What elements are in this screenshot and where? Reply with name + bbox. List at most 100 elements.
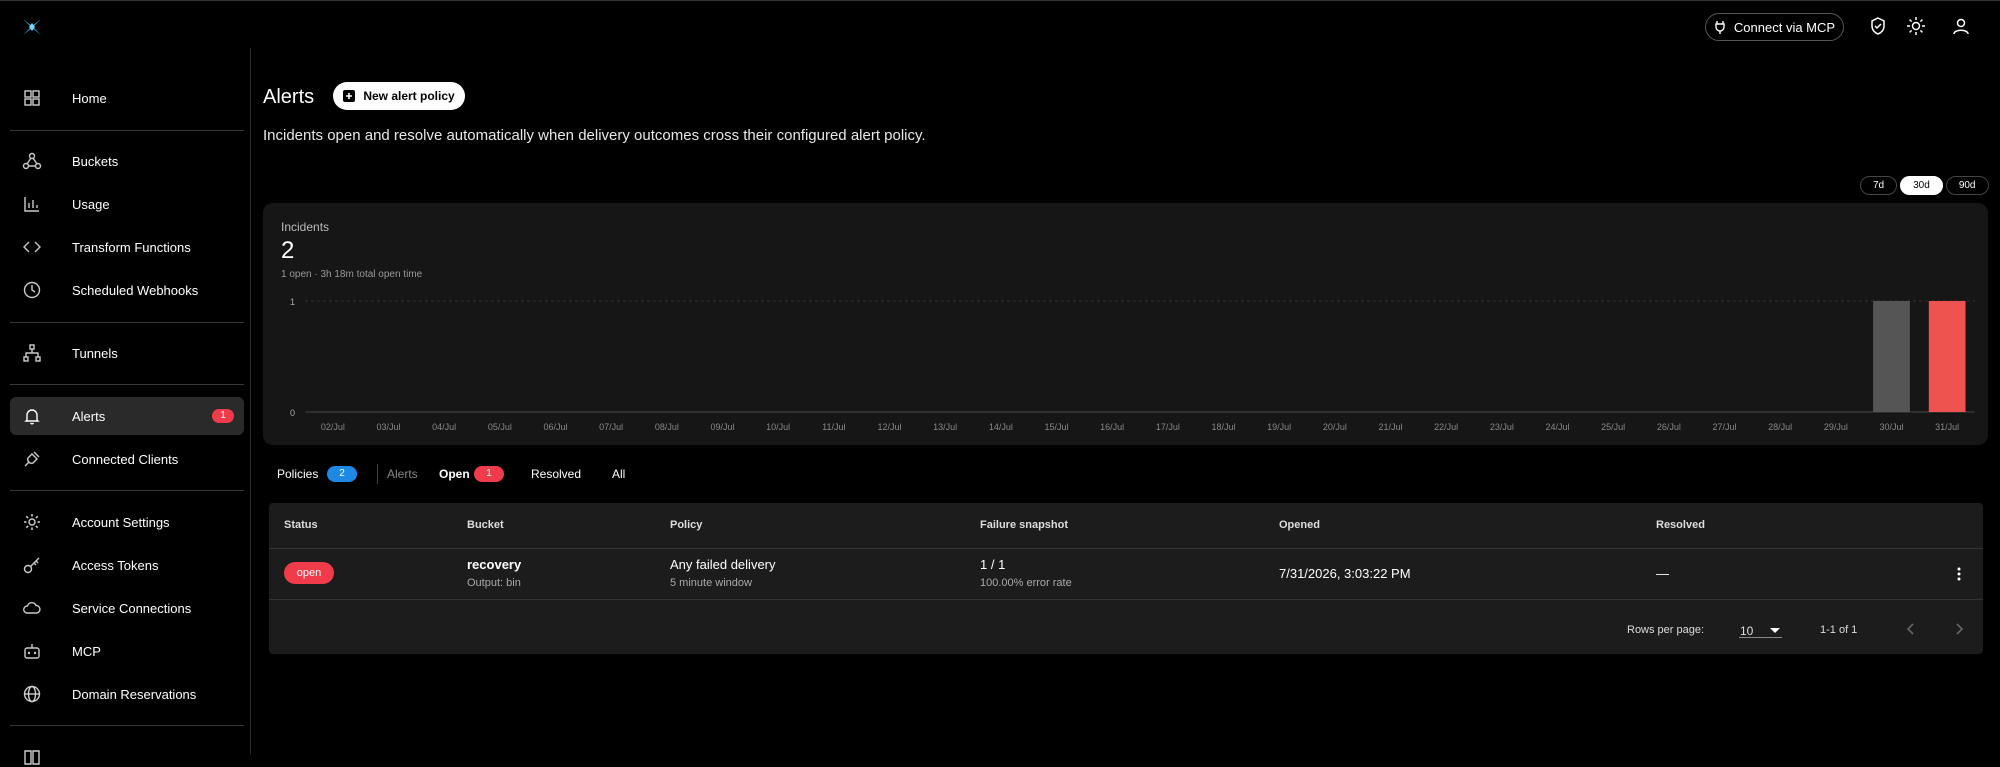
x-tick-label: 13/Jul xyxy=(933,422,957,432)
code-icon xyxy=(23,241,41,253)
tab-resolved[interactable]: Resolved xyxy=(531,464,581,484)
x-tick-label: 26/Jul xyxy=(1657,422,1681,432)
column-header-opened[interactable]: Opened xyxy=(1279,519,1320,531)
sidebar-item-label: MCP xyxy=(72,643,101,659)
plus-square-icon xyxy=(343,90,356,102)
connect-mcp-button[interactable]: Connect via MCP xyxy=(1705,13,1844,41)
user-icon[interactable] xyxy=(1951,16,1971,36)
policies-count-badge: 2 xyxy=(327,466,357,482)
sidebar-item-label: Service Connections xyxy=(72,600,192,616)
sidebar-item-buckets[interactable]: Buckets xyxy=(10,142,244,180)
app-logo-icon[interactable] xyxy=(20,15,44,39)
sidebar-item-transform-functions[interactable]: Transform Functions xyxy=(10,228,244,266)
x-tick-label: 22/Jul xyxy=(1434,422,1458,432)
x-tick-label: 11/Jul xyxy=(822,422,845,432)
sidebar-item-tunnels[interactable]: Tunnels xyxy=(10,334,244,372)
bar-chart-icon xyxy=(24,197,39,212)
x-tick-label: 30/Jul xyxy=(1879,422,1903,432)
y-tick-label: 1 xyxy=(290,297,295,307)
sidebar-item-scheduled-webhooks[interactable]: Scheduled Webhooks xyxy=(10,271,244,309)
incidents-chart-card: Incidents 2 1 open · 3h 18m total open t… xyxy=(263,203,1988,445)
sun-icon[interactable] xyxy=(1906,16,1926,36)
sidebar-item-access-tokens[interactable]: Access Tokens xyxy=(10,546,244,584)
range-7d-button[interactable]: 7d xyxy=(1860,176,1898,195)
sidebar-item-mcp[interactable]: MCP xyxy=(10,632,244,670)
x-tick-label: 05/Jul xyxy=(488,422,512,432)
bar-30-Jul xyxy=(1873,301,1910,412)
sidebar-divider xyxy=(10,490,244,491)
sidebar-item-label: Domain Reservations xyxy=(72,686,197,702)
alerts-count-badge: 1 xyxy=(212,409,234,423)
robot-icon xyxy=(24,644,40,659)
open-count-badge: 1 xyxy=(474,466,504,482)
shield-check-icon[interactable] xyxy=(1868,16,1888,36)
range-30d-button[interactable]: 30d xyxy=(1900,176,1943,195)
x-tick-label: 08/Jul xyxy=(655,422,679,432)
plug-icon xyxy=(1715,21,1725,34)
x-tick-label: 25/Jul xyxy=(1601,422,1625,432)
page-title: Alerts xyxy=(263,86,315,108)
x-tick-label: 03/Jul xyxy=(376,422,400,432)
column-header-bucket[interactable]: Bucket xyxy=(467,519,504,531)
sidebar-item-usage[interactable]: Usage xyxy=(10,185,244,223)
sidebar: Home Buckets Usage Transform Functions S… xyxy=(0,48,251,765)
new-alert-policy-button[interactable]: New alert policy xyxy=(333,82,465,110)
failure-rate: 100.00% error rate xyxy=(980,577,1072,589)
chevron-down-icon[interactable] xyxy=(1769,627,1781,635)
sidebar-item-connected-clients[interactable]: Connected Clients xyxy=(10,440,244,478)
column-header-resolved[interactable]: Resolved xyxy=(1656,519,1705,531)
table-row[interactable]: open recovery Output: bin Any failed del… xyxy=(269,548,1983,600)
rows-per-page-select[interactable]: 10 xyxy=(1740,624,1753,638)
sidebar-item-domain-reservations[interactable]: Domain Reservations xyxy=(10,675,244,713)
policy-name: Any failed delivery xyxy=(670,557,776,572)
sidebar-item-alerts[interactable]: Alerts 1 xyxy=(10,397,244,435)
x-tick-label: 06/Jul xyxy=(543,422,567,432)
x-tick-label: 02/Jul xyxy=(321,422,345,432)
rows-per-page-label: Rows per page: xyxy=(1627,624,1705,636)
more-vertical-icon[interactable] xyxy=(1951,566,1967,582)
select-underline xyxy=(1739,637,1782,638)
alerts-table: Status Bucket Policy Failure snapshot Op… xyxy=(269,503,1983,654)
new-alert-policy-label: New alert policy xyxy=(363,89,455,103)
x-tick-label: 14/Jul xyxy=(989,422,1013,432)
status-badge: open xyxy=(284,562,334,584)
x-tick-label: 24/Jul xyxy=(1545,422,1569,432)
range-90d-button[interactable]: 90d xyxy=(1945,176,1989,195)
tab-divider xyxy=(377,464,378,484)
gear-icon xyxy=(24,514,40,530)
x-tick-label: 19/Jul xyxy=(1267,422,1291,432)
column-header-failure-snapshot[interactable]: Failure snapshot xyxy=(980,519,1068,531)
alerts-section-label: Alerts xyxy=(387,467,418,481)
time-range-toggle: 7d 30d 90d xyxy=(1860,176,1989,195)
sidebar-item-service-connections[interactable]: Service Connections xyxy=(10,589,244,627)
chevron-right-icon[interactable] xyxy=(1951,621,1967,637)
incidents-bar-chart: 0 1 02/Jul 03/Jul 04/Jul 05/Jul 06/Jul 07/Jul 08… xyxy=(290,297,1975,432)
column-header-status[interactable]: Status xyxy=(284,519,318,531)
x-tick-label: 28/Jul xyxy=(1768,422,1792,432)
sidebar-item-label: Usage xyxy=(72,196,110,212)
x-tick-label: 17/Jul xyxy=(1156,422,1180,432)
sidebar-item-label: Transform Functions xyxy=(72,239,191,255)
tab-policies[interactable]: Policies xyxy=(277,464,318,484)
sidebar-item-account-settings[interactable]: Account Settings xyxy=(10,503,244,541)
x-tick-label: 15/Jul xyxy=(1044,422,1068,432)
connect-mcp-label: Connect via MCP xyxy=(1733,19,1836,35)
plug-icon xyxy=(24,451,40,467)
book-icon xyxy=(24,750,40,765)
grid-icon xyxy=(24,90,40,106)
tab-all[interactable]: All xyxy=(612,464,625,484)
x-tick-label: 12/Jul xyxy=(877,422,901,432)
pagination-range: 1-1 of 1 xyxy=(1820,624,1858,636)
chevron-left-icon[interactable] xyxy=(1903,621,1919,637)
sidebar-divider xyxy=(10,725,244,726)
x-tick-label: 10/Jul xyxy=(766,422,790,432)
column-header-policy[interactable]: Policy xyxy=(670,519,702,531)
sidebar-item-home[interactable]: Home xyxy=(10,79,244,117)
clock-icon xyxy=(23,281,41,299)
sidebar-item-label: Tunnels xyxy=(72,345,118,361)
sidebar-divider xyxy=(10,322,244,323)
y-tick-label: 0 xyxy=(290,408,295,418)
x-tick-label: 09/Jul xyxy=(710,422,734,432)
webhook-icon xyxy=(22,152,42,170)
tab-open[interactable]: Open xyxy=(439,464,470,484)
